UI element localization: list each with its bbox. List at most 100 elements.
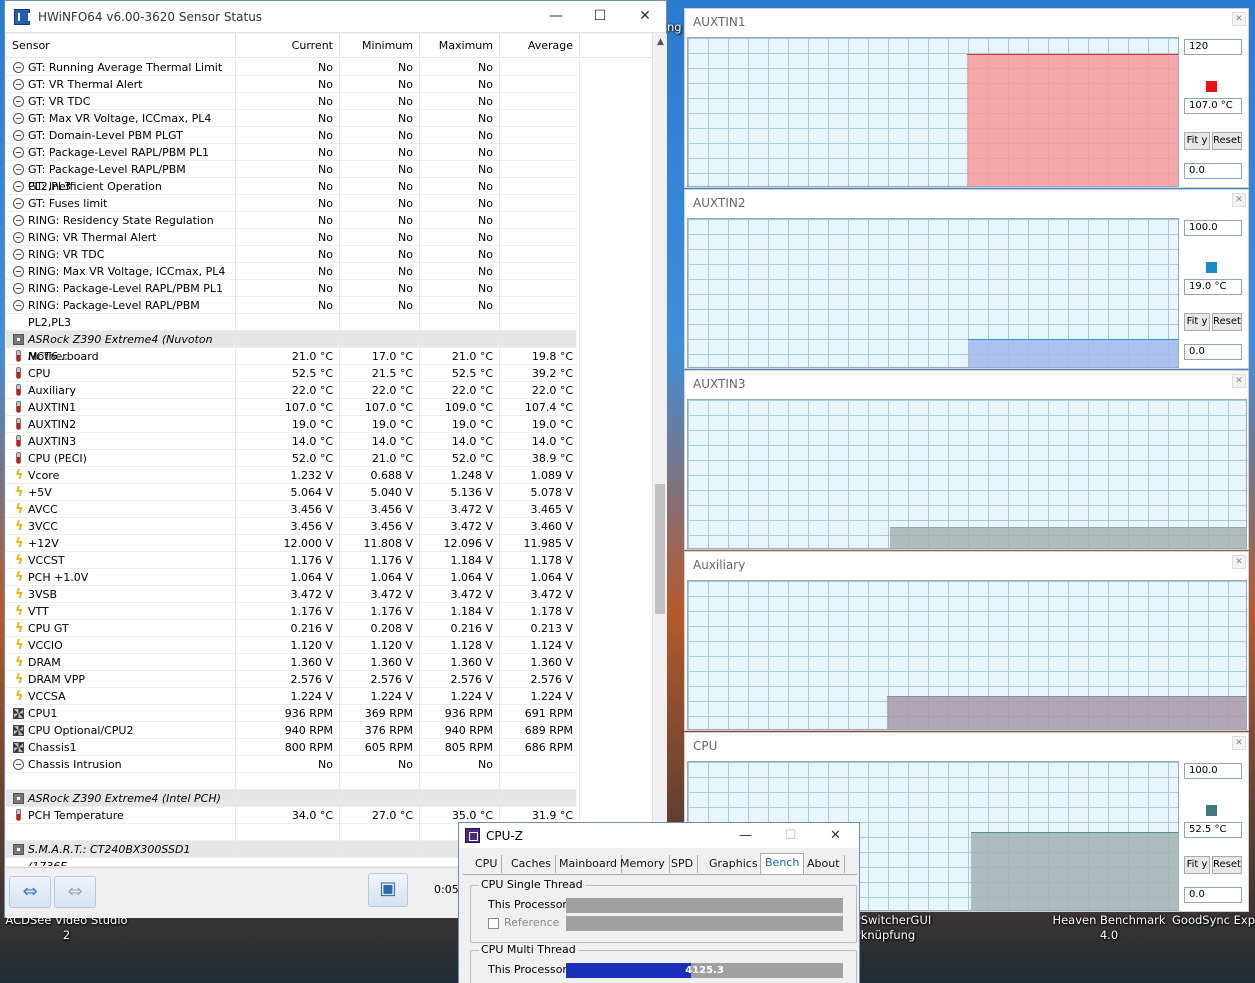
cpuz-minimize-button[interactable]: — [723,823,768,848]
table-row[interactable]: Motherboard 21.0 °C 17.0 °C 21.0 °C 19.8 °C [6,348,580,365]
fit-y-button[interactable]: Fit y [1184,313,1210,331]
table-row[interactable] [6,773,580,790]
table-row[interactable]: DRAM VPP 2.576 V 2.576 V 2.576 V 2.576 Vϟ [6,671,580,688]
tab-about[interactable]: About [803,855,845,873]
column-header-minimum[interactable]: Minimum [340,34,420,58]
table-row[interactable]: VTT 1.176 V 1.176 V 1.184 V 1.178 Vϟ [6,603,580,620]
table-row[interactable]: AUXTIN2 19.0 °C 19.0 °C 19.0 °C 19.0 °C [6,416,580,433]
graph-window[interactable]: AUXTIN2 ✕ 100.0 19.0 °C Fit y Reset 0.0 [684,189,1249,369]
tab-bench[interactable]: Bench [760,853,805,874]
close-button[interactable]: ✕ [622,1,668,32]
table-row[interactable]: GT: Running Average Thermal Limit No No No [6,59,580,76]
graph-close-icon[interactable]: ✕ [1232,374,1246,388]
cpuz-close-button[interactable]: ✕ [813,823,858,848]
desktop-icon-heaven[interactable]: Heaven Benchmark 4.0 [1052,913,1166,943]
table-row[interactable]: VCCST 1.176 V 1.176 V 1.184 V 1.178 Vϟ [6,552,580,569]
table-row[interactable]: RING: Residency State Regulation No No No [6,212,580,229]
table-row[interactable]: RING: VR TDC No No No [6,246,580,263]
column-header-current[interactable]: Current [236,34,340,58]
table-row[interactable]: RING: Package-Level RAPL/PBM PL2,PL3 No No… [6,297,580,329]
table-row[interactable]: CPU GT 0.216 V 0.208 V 0.216 V 0.213 Vϟ [6,620,580,637]
graph-min-field[interactable]: 0.0 [1184,887,1242,903]
navigate-arrows-icon[interactable]: ⇔ [9,876,51,908]
tab-graphics[interactable]: Graphics [705,855,763,873]
table-row[interactable]: CPU Optional/CPU2 940 RPM 376 RPM 940 RPM 68… [6,722,580,739]
graph-min-field[interactable]: 0.0 [1184,344,1242,360]
column-header-average[interactable]: Average [500,34,580,58]
table-row[interactable]: AUXTIN3 14.0 °C 14.0 °C 14.0 °C 14.0 °C [6,433,580,450]
table-row[interactable]: RING: VR Thermal Alert No No No [6,229,580,246]
tab-spd[interactable]: SPD [667,855,699,873]
tab-cpu[interactable]: CPU [471,855,503,873]
table-row[interactable]: RING: Package-Level RAPL/PBM PL1 No No No [6,280,580,297]
table-row[interactable]: +12V 12.000 V 11.808 V 12.096 V 11.985 V ϟ [6,535,580,552]
single-reference-checkbox[interactable] [488,918,499,929]
graph-window[interactable]: Auxiliary ✕ [684,551,1249,731]
table-row[interactable]: GT: VR TDC No No No [6,93,580,110]
table-row[interactable]: RING: Max VR Voltage, ICCmax, PL4 No No No [6,263,580,280]
minimize-button[interactable]: — [533,1,579,32]
desktop-icon-switcher[interactable]: rSwitcherGUI rknüpfung [856,913,946,943]
reset-button[interactable]: Reset [1212,313,1242,331]
hwinfo-titlebar[interactable]: HWiNFO64 v6.00-3620 Sensor Status — ☐ ✕ [5,1,666,33]
sensor-group-row[interactable]: ASRock Z390 Extreme4 (Intel PCH) [6,790,580,807]
table-row[interactable]: VCCSA 1.224 V 1.224 V 1.224 V 1.224 Vϟ [6,688,580,705]
fit-y-button[interactable]: Fit y [1184,132,1210,150]
table-row[interactable]: GT: Fuses limit No No No [6,195,580,212]
graph-max-field[interactable]: 100.0 [1184,220,1242,236]
table-row[interactable]: GT: Package-Level RAPL/PBM PL2,PL3 No No No [6,161,580,193]
tab-mainboard[interactable]: Mainboard [555,855,623,873]
table-row[interactable]: GT: Package-Level RAPL/PBM PL1 No No No [6,144,580,161]
minimum-value: 3.456 V [340,501,420,518]
table-row[interactable]: AUXTIN1 107.0 °C 107.0 °C 109.0 °C 107.4 °C [6,399,580,416]
table-row[interactable]: GT: VR Thermal Alert No No No [6,76,580,93]
fit-y-button[interactable]: Fit y [1184,856,1210,874]
graph-color-swatch[interactable] [1206,805,1217,816]
table-row[interactable]: Chassis1 800 RPM 605 RPM 805 RPM 686 RPM [6,739,580,756]
table-row[interactable]: AVCC 3.456 V 3.456 V 3.472 V 3.465 Vϟ [6,501,580,518]
graph-max-field[interactable]: 100.0 [1184,763,1242,779]
chip-icon [13,793,24,804]
tab-memory[interactable]: Memory [616,855,670,873]
graph-window[interactable]: AUXTIN1 ✕ 120 107.0 °C Fit y Reset 0.0 [684,8,1249,188]
table-row[interactable]: 3VCC 3.456 V 3.456 V 3.472 V 3.460 Vϟ [6,518,580,535]
cpuz-titlebar[interactable]: CPU-Z — ☐ ✕ [459,823,859,848]
graph-min-field[interactable]: 0.0 [1184,163,1242,179]
maximize-button[interactable]: ☐ [577,1,623,32]
graph-color-swatch[interactable] [1206,81,1217,92]
table-row[interactable]: Auxiliary 22.0 °C 22.0 °C 22.0 °C 22.0 °C [6,382,580,399]
vertical-scrollbar[interactable]: ▲ [652,34,667,866]
table-row[interactable]: DRAM 1.360 V 1.360 V 1.360 V 1.360 Vϟ [6,654,580,671]
column-header-sensor[interactable]: Sensor [6,34,236,58]
cpuz-maximize-button[interactable]: ☐ [768,823,813,848]
table-row[interactable]: PCH +1.0V 1.064 V 1.064 V 1.064 V 1.064 Vϟ [6,569,580,586]
table-row[interactable]: CPU1 936 RPM 369 RPM 936 RPM 691 RPM [6,705,580,722]
tab-caches[interactable]: Caches [507,855,556,873]
table-row[interactable]: VCCIO 1.120 V 1.120 V 1.128 V 1.124 Vϟ [6,637,580,654]
table-row[interactable]: +5V 5.064 V 5.040 V 5.136 V 5.078 V ϟ [6,484,580,501]
table-row[interactable]: GT: Domain-Level PBM PLGT No No No [6,127,580,144]
network-computers-icon[interactable]: ▣ [368,873,408,907]
reset-button[interactable]: Reset [1212,856,1242,874]
table-row[interactable]: GT: Inefficient Operation No No No [6,178,580,195]
column-header-maximum[interactable]: Maximum [420,34,500,58]
desktop-icon-goodsync[interactable]: GoodSync Explo [1172,913,1255,928]
graph-close-icon[interactable]: ✕ [1232,555,1246,569]
scroll-up-icon[interactable]: ▲ [653,34,668,51]
graph-max-field[interactable]: 120 [1184,39,1242,55]
table-row[interactable]: 3VSB 3.472 V 3.472 V 3.472 V 3.472 Vϟ [6,586,580,603]
graph-color-swatch[interactable] [1206,262,1217,273]
sensor-table[interactable]: Sensor Current Minimum Maximum Average G… [6,34,652,866]
scrollbar-thumb[interactable] [655,484,665,614]
current-value: 800 RPM [236,739,340,756]
table-row[interactable]: CPU 52.5 °C 21.5 °C 52.5 °C 39.2 °C [6,365,580,382]
table-row[interactable]: GT: Max VR Voltage, ICCmax, PL4 No No No [6,110,580,127]
table-row[interactable] [6,314,580,331]
navigate-arrows-disabled-icon[interactable]: ⇔ [54,876,96,908]
reset-button[interactable]: Reset [1212,132,1242,150]
table-row[interactable]: Vcore 1.232 V 0.688 V 1.248 V 1.089 V ϟ [6,467,580,484]
table-row[interactable]: Chassis Intrusion No No No [6,756,580,773]
sensor-group-row[interactable]: ASRock Z390 Extreme4 (Nuvoton NCT6... [6,331,580,363]
table-row[interactable]: CPU (PECI) 52.0 °C 21.0 °C 52.0 °C 38.9 °C [6,450,580,467]
graph-window[interactable]: AUXTIN3 ✕ [684,370,1249,550]
